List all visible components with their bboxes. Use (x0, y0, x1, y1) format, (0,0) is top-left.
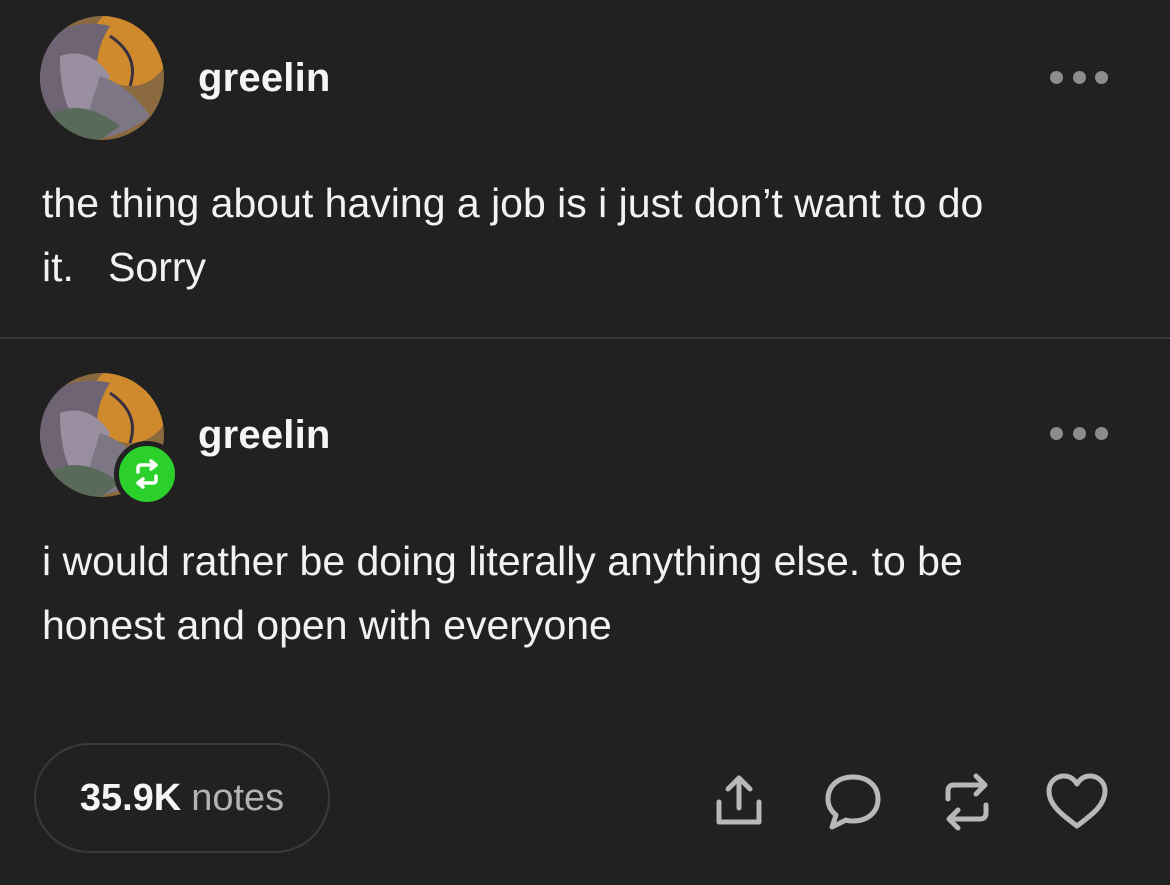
avatar-image (40, 16, 164, 140)
more-options-icon[interactable] (1050, 425, 1108, 441)
reply-icon[interactable] (820, 769, 886, 835)
share-icon[interactable] (706, 769, 772, 835)
post-text: the thing about having a job is i just d… (42, 180, 984, 290)
avatar[interactable] (40, 16, 164, 140)
notes-label: notes (191, 776, 285, 819)
more-options-icon[interactable] (1050, 69, 1108, 85)
notes-button[interactable]: 35.9K notes (34, 743, 330, 853)
notes-count: 35.9K (79, 776, 182, 819)
reblog-icon[interactable] (934, 769, 1000, 835)
post-text: i would rather be doing literally anythi… (42, 538, 963, 648)
reblog-badge-icon (114, 441, 180, 507)
heart-icon[interactable] (1044, 769, 1110, 835)
post-original: greelin the thing about having a job is … (0, 0, 1170, 338)
post-username[interactable]: greelin (198, 56, 331, 101)
post-reblog: greelin i would rather be doing literall… (0, 339, 1170, 885)
post-username[interactable]: greelin (198, 413, 331, 458)
